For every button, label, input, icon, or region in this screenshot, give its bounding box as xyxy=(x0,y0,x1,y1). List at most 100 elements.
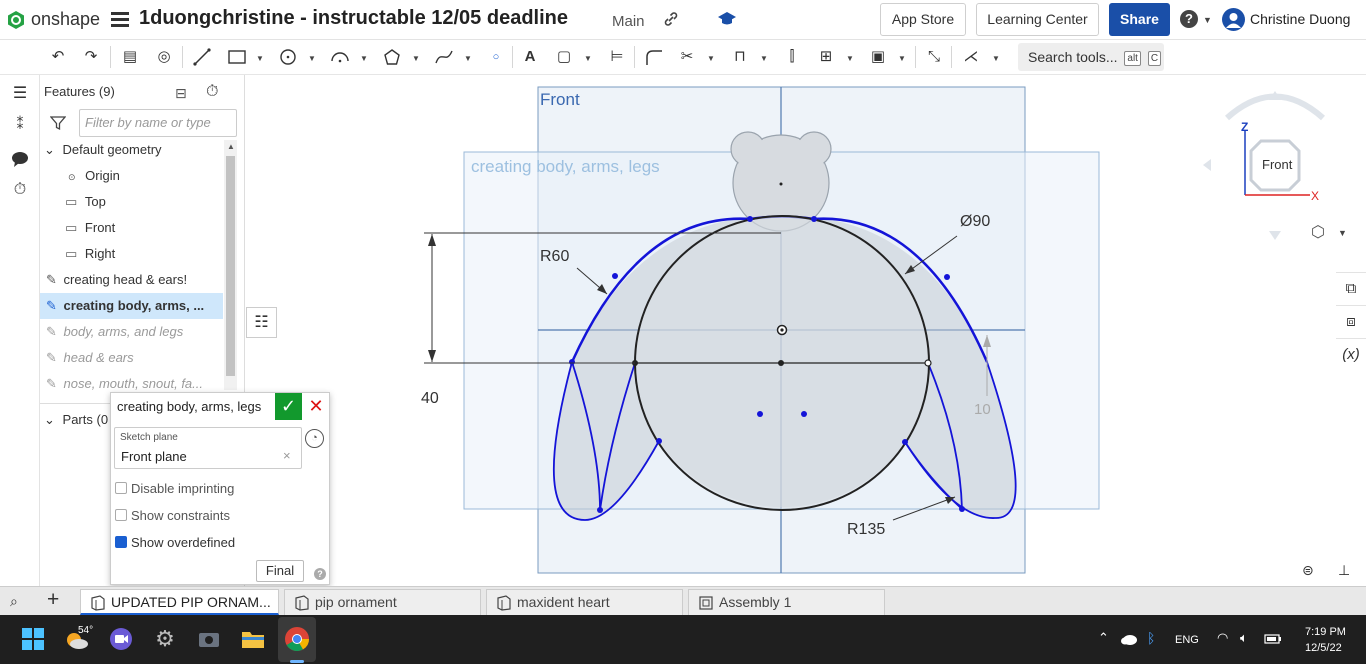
dim-10-label[interactable]: 10 xyxy=(974,401,991,418)
tree-item-top[interactable]: ▭ Top xyxy=(40,189,223,215)
dxf-import-icon[interactable]: ▣ xyxy=(867,47,889,67)
view-mode-cube-icon[interactable]: ⬡ xyxy=(1311,222,1325,242)
circle-caret-icon[interactable]: ▼ xyxy=(308,54,316,63)
dxf-caret-icon[interactable]: ▼ xyxy=(898,54,906,63)
trim-caret-icon[interactable]: ▼ xyxy=(707,54,715,63)
rotate-left-icon[interactable] xyxy=(1203,159,1211,171)
pattern-caret-icon[interactable]: ▼ xyxy=(846,54,854,63)
view-mode-caret-icon[interactable]: ▼ xyxy=(1338,228,1347,238)
cancel-button[interactable]: ✕ xyxy=(307,393,325,420)
feature-head-ears-2[interactable]: ✎ head & ears xyxy=(40,345,223,371)
chrome-icon[interactable] xyxy=(284,626,310,652)
fillet-icon[interactable] xyxy=(643,47,665,67)
app-store-button[interactable]: App Store xyxy=(880,3,966,36)
circle-icon[interactable] xyxy=(277,47,299,67)
feature-filter-input[interactable]: Filter by name or type xyxy=(79,109,237,137)
history-icon[interactable]: ⏱ xyxy=(10,181,30,201)
onshape-logo-icon[interactable] xyxy=(6,10,26,30)
default-geometry-folder[interactable]: ⌄ Default geometry xyxy=(40,137,223,163)
arc-icon[interactable] xyxy=(329,47,351,67)
graphics-viewport[interactable] xyxy=(246,75,1336,586)
undo-icon[interactable]: ↶ xyxy=(47,47,69,67)
feature-list-icon[interactable]: ☰ xyxy=(10,83,30,103)
tree-item-right[interactable]: ▭ Right xyxy=(40,241,223,267)
view-cube-label[interactable]: Front xyxy=(1262,157,1292,172)
feature-body-arms-legs[interactable]: ✎ body, arms, and legs xyxy=(40,319,223,345)
menu-icon[interactable] xyxy=(111,12,129,28)
onedrive-cloud-icon[interactable] xyxy=(1120,633,1138,645)
offset-icon[interactable]: ⊓ xyxy=(729,47,751,67)
arc-caret-icon[interactable]: ▼ xyxy=(360,54,368,63)
sketch-plane-field[interactable]: Sketch plane Front plane × xyxy=(114,427,302,469)
windows-start-icon[interactable] xyxy=(20,626,46,652)
rectangle-caret-icon[interactable]: ▼ xyxy=(256,54,264,63)
final-button[interactable]: Final xyxy=(256,560,304,582)
checkbox-box[interactable] xyxy=(115,482,127,494)
line-icon[interactable] xyxy=(191,47,213,67)
share-button[interactable]: Share xyxy=(1109,3,1170,36)
rotate-down-icon[interactable] xyxy=(1269,231,1281,240)
show-constraints-checkbox[interactable]: Show constraints xyxy=(115,507,230,525)
parts-folder[interactable]: ⌄ Parts (0 xyxy=(40,407,120,433)
link-icon[interactable] xyxy=(662,10,680,28)
confirm-button[interactable]: ✓ xyxy=(275,393,302,420)
point-icon[interactable]: ○ xyxy=(485,47,507,67)
feature-list-scrollbar[interactable]: ▲ xyxy=(224,140,237,390)
add-folder-icon[interactable]: ⊟ xyxy=(175,85,187,102)
workspace-label[interactable]: Main xyxy=(612,13,645,30)
battery-icon[interactable] xyxy=(1264,633,1282,645)
tree-item-origin[interactable]: ⊙ Origin xyxy=(40,163,223,189)
user-name[interactable]: Christine Duong xyxy=(1250,11,1350,27)
feature-head-ears[interactable]: ✎ creating head & ears! xyxy=(40,267,223,293)
document-title[interactable]: 1duongchristine - instructable 12/05 dea… xyxy=(139,7,568,30)
learning-center-button[interactable]: Learning Center xyxy=(976,3,1099,36)
spline-caret-icon[interactable]: ▼ xyxy=(464,54,472,63)
tray-chevron-up-icon[interactable]: ⌃ xyxy=(1098,630,1109,646)
chevron-down-icon[interactable]: ⌄ xyxy=(44,412,55,427)
help-icon[interactable]: ? xyxy=(314,568,326,580)
appearance-panel-icon[interactable]: ⧉ xyxy=(1336,272,1366,304)
camera-icon[interactable] xyxy=(196,626,222,652)
feature-list-icon[interactable]: ▤ xyxy=(119,47,141,67)
constraint-caret-icon[interactable]: ▼ xyxy=(992,54,1000,63)
trim-icon[interactable]: ✂ xyxy=(676,47,698,67)
search-tabs-icon[interactable]: ⌕ xyxy=(10,593,18,610)
mirror-icon[interactable]: ⫿ xyxy=(781,47,803,67)
construction-icon[interactable]: ▢ xyxy=(553,47,575,67)
tab-maxident-heart[interactable]: maxident heart xyxy=(486,589,683,615)
dim-r60-label[interactable]: R60 xyxy=(540,248,569,266)
redo-icon[interactable]: ↷ xyxy=(80,47,102,67)
clock-time[interactable]: 7:19 PM xyxy=(1305,626,1346,638)
dim-r135-label[interactable]: R135 xyxy=(847,521,885,539)
file-explorer-icon[interactable] xyxy=(240,626,266,652)
scrollbar-thumb[interactable] xyxy=(226,156,235,376)
construction-caret-icon[interactable]: ▼ xyxy=(584,54,592,63)
polygon-caret-icon[interactable]: ▼ xyxy=(412,54,420,63)
bluetooth-icon[interactable]: ᛒ xyxy=(1147,630,1155,646)
section-view-icon[interactable]: ⊜ xyxy=(1302,562,1314,579)
text-icon[interactable]: A xyxy=(519,47,541,67)
pattern-icon[interactable]: ⊞ xyxy=(815,47,837,67)
tab-pip-ornament[interactable]: pip ornament xyxy=(284,589,481,615)
show-overdefined-checkbox[interactable]: Show overdefined xyxy=(115,534,235,552)
help-caret-icon[interactable]: ▼ xyxy=(1203,15,1212,25)
clock-icon[interactable]: ◔ xyxy=(305,429,324,448)
wifi-icon[interactable]: ◠ xyxy=(1217,630,1228,646)
measure-icon[interactable]: ⊥ xyxy=(1338,562,1350,579)
scroll-up-icon[interactable]: ▲ xyxy=(227,142,235,151)
checkbox-box[interactable] xyxy=(115,509,127,521)
dim-diameter-label[interactable]: Ø90 xyxy=(960,213,990,231)
transform-icon[interactable]: ⤡ xyxy=(923,47,945,67)
part-studio-panel-icon[interactable]: ⧈ xyxy=(1336,305,1366,337)
filter-icon[interactable] xyxy=(50,115,66,131)
dimension-icon[interactable]: ⊨ xyxy=(606,47,628,67)
chevron-down-icon[interactable]: ⌄ xyxy=(44,142,55,157)
sketch-dialog-title[interactable]: creating body, arms, legs xyxy=(117,399,261,414)
feature-body-arms-active[interactable]: ✎ creating body, arms, ... xyxy=(40,293,223,319)
avatar[interactable] xyxy=(1222,8,1245,31)
rollback-timer-icon[interactable]: ⏱ xyxy=(206,83,218,101)
tree-item-front[interactable]: ▭ Front xyxy=(40,215,223,241)
add-tab-icon[interactable]: + xyxy=(47,588,59,612)
use-icon[interactable]: ◎ xyxy=(153,47,175,67)
volume-icon[interactable]: 🔈︎ xyxy=(1240,630,1248,646)
